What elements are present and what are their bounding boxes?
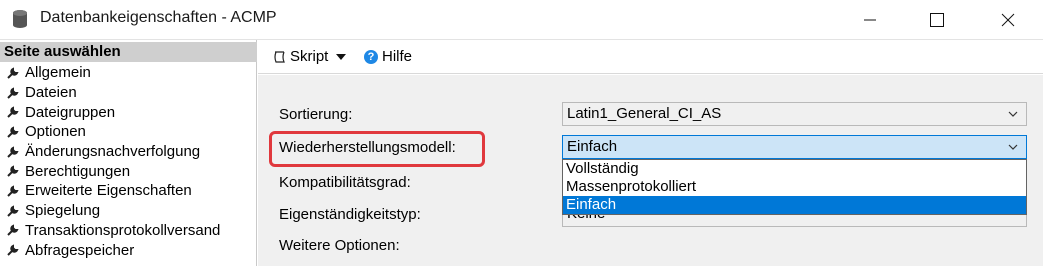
dropdown-arrow-icon[interactable] [336,53,347,61]
title-bar: Datenbankeigenschaften - ACMP [0,0,1043,40]
minimize-icon [864,19,876,21]
options-panel: Sortierung: Latin1_General_CI_AS Wiederh… [258,75,1043,266]
wrench-icon [7,146,19,158]
wrench-icon [7,205,19,217]
sidebar-item-erweiterte-eigenschaften[interactable]: Erweiterte Eigenschaften [6,181,220,201]
sidebar-item-aenderungsnachverfolgung[interactable]: Änderungsnachverfolgung [6,142,220,162]
more-options-label: Weitere Optionen: [279,237,400,254]
sidebar-item-allgemein[interactable]: Allgemein [6,63,220,83]
compat-level-label: Kompatibilitätsgrad: [279,174,411,191]
wrench-icon [7,86,19,99]
sort-label: Sortierung: [279,106,353,123]
wrench-icon [7,244,19,256]
wrench-icon [7,185,19,197]
minimize-button[interactable] [847,0,893,40]
help-button[interactable]: ? Hilfe [364,48,412,65]
wrench-icon [7,165,19,177]
sort-select[interactable]: Latin1_General_CI_AS [562,102,1027,126]
sidebar-header: Seite auswählen [0,42,257,62]
option-massenprotokolliert[interactable]: Massenprotokolliert [563,178,1026,196]
sidebar-item-label: Spiegelung [25,202,101,220]
recovery-model-value: Einfach [567,138,618,155]
wrench-icon [7,67,19,79]
help-icon: ? [364,49,378,64]
option-einfach[interactable]: Einfach [563,196,1026,214]
database-icon [13,10,27,28]
recovery-model-select[interactable]: Einfach [562,135,1027,159]
option-vollstaendig[interactable]: Vollständig [563,160,1026,178]
sidebar-item-dateien[interactable]: Dateien [6,83,220,103]
chevron-down-icon [1008,111,1018,117]
wrench-icon [7,106,19,118]
sidebar-item-label: Dateigruppen [25,103,116,121]
page-select-sidebar: Seite auswählen Allgemein Dateien Dateig… [0,40,257,266]
sort-value: Latin1_General_CI_AS [567,105,722,122]
sidebar-item-label: Erweiterte Eigenschaften [25,182,192,200]
chevron-down-icon [1008,144,1018,150]
sidebar-item-label: Optionen [25,123,86,141]
sidebar-item-label: Änderungsnachverfolgung [25,143,201,161]
sidebar-item-transaktionsprotokollversand[interactable]: Transaktionsprotokollversand [6,221,220,241]
script-label: Skript [290,48,329,65]
maximize-icon [930,13,944,27]
recovery-model-dropdown: Vollständig Massenprotokolliert Einfach [562,159,1027,215]
recovery-model-label: Wiederherstellungsmodell: [279,139,456,156]
window-title: Datenbankeigenschaften - ACMP [40,9,277,26]
sidebar-item-label: Allgemein [25,64,91,82]
sidebar-item-label: Dateien [25,84,77,102]
containment-type-label: Eigenständigkeitstyp: [279,206,421,223]
sidebar-item-abfragespeicher[interactable]: Abfragespeicher [6,240,220,260]
sidebar-item-label: Abfragespeicher [25,241,135,259]
wrench-icon [7,126,19,138]
wrench-icon [7,224,19,237]
close-icon [1001,13,1015,27]
sidebar-item-spiegelung[interactable]: Spiegelung [6,201,220,221]
sidebar-item-optionen[interactable]: Optionen [6,122,220,142]
page-list: Allgemein Dateien Dateigruppen Optionen … [6,63,220,260]
maximize-button[interactable] [914,0,960,40]
script-icon [274,50,285,63]
close-button[interactable] [985,0,1031,40]
sidebar-item-dateigruppen[interactable]: Dateigruppen [6,102,220,122]
script-button[interactable]: Skript [272,48,347,65]
sidebar-item-berechtigungen[interactable]: Berechtigungen [6,161,220,181]
sidebar-item-label: Transaktionsprotokollversand [25,221,221,239]
toolbar: Skript ? Hilfe [258,40,1043,74]
sidebar-item-label: Berechtigungen [25,162,131,180]
help-label: Hilfe [382,48,413,65]
